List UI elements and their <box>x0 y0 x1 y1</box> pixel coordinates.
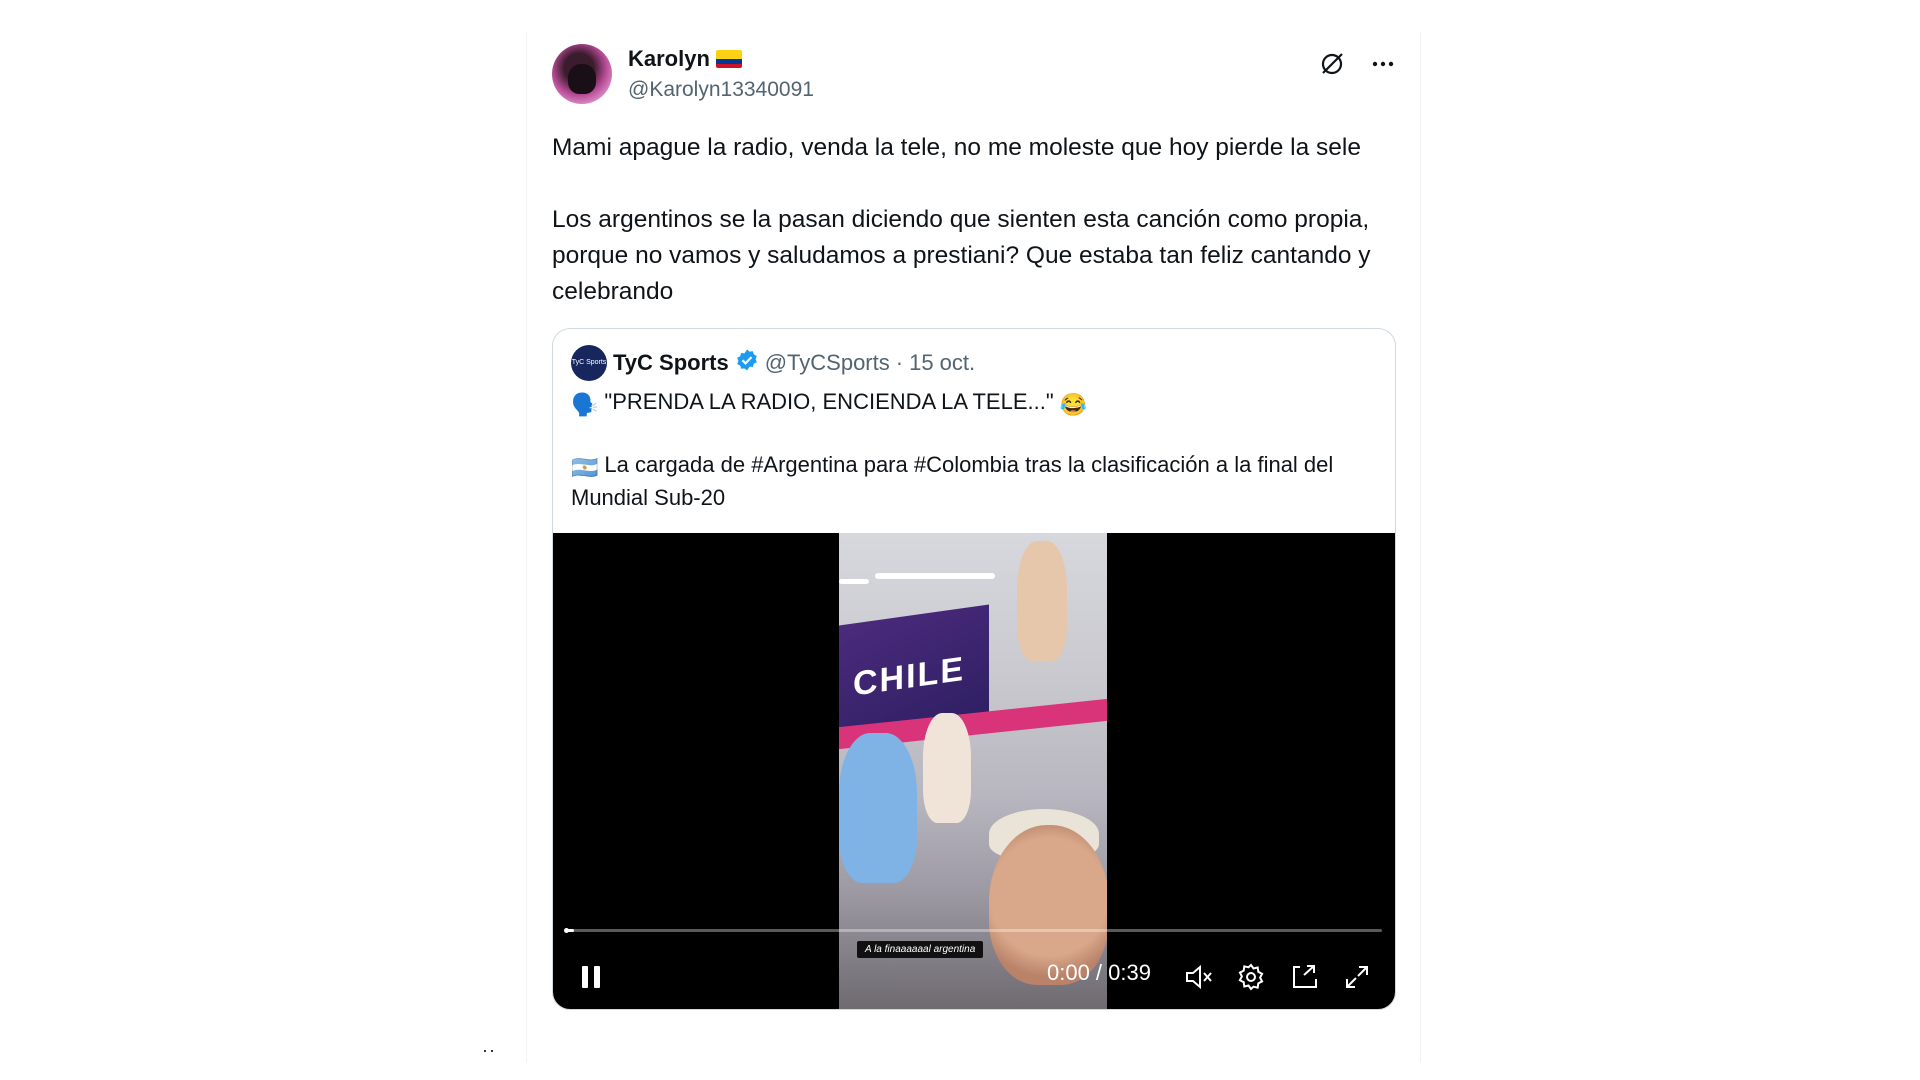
author-display-name[interactable]: Karolyn <box>628 46 710 72</box>
quoted-author-name: TyC Sports <box>613 350 729 375</box>
user-avatar[interactable] <box>552 44 612 104</box>
quoted-tweet[interactable]: TyC Sports TyC Sports @TyCSports · 15 oc… <box>552 328 1396 1010</box>
colombia-flag-icon <box>715 50 742 68</box>
picture-in-picture-icon[interactable] <box>1287 957 1323 997</box>
tweet-author: Karolyn @Karolyn13340091 <box>628 46 814 102</box>
quoted-tweet-date: 15 oct. <box>909 350 976 375</box>
verified-badge-icon <box>735 348 759 378</box>
grok-icon[interactable] <box>1318 50 1346 78</box>
footer-dots: ·· <box>482 1040 496 1060</box>
video-time: 0:00 / 0:39 <box>1047 960 1151 985</box>
progress-scrubber[interactable] <box>564 928 569 933</box>
pause-icon[interactable] <box>571 957 611 997</box>
mute-icon[interactable] <box>1181 957 1217 997</box>
video-progress-bar[interactable] <box>566 929 1382 932</box>
fullscreen-icon[interactable] <box>1339 957 1375 997</box>
speaking-head-emoji: 🗣️ <box>571 392 599 417</box>
timeline-right-border <box>1420 32 1421 1062</box>
quoted-line-1: "PRENDA LA RADIO, ENCIENDA LA TELE..." <box>604 389 1054 414</box>
settings-gear-icon[interactable] <box>1233 957 1269 997</box>
quoted-author-handle: @TyCSports <box>764 350 890 375</box>
quoted-line-2: La cargada de #Argentina para #Colombia … <box>571 452 1334 510</box>
tweet-text: Mami apague la radio, venda la tele, no … <box>552 130 1398 310</box>
more-icon[interactable] <box>1368 50 1398 78</box>
tweet[interactable]: Karolyn @Karolyn13340091 Mami apague la … <box>552 40 1398 1010</box>
meta-separator: · <box>895 350 904 375</box>
laughing-emoji: 😂 <box>1059 392 1088 417</box>
tweet-paragraph: Los argentinos se la pasan diciendo que … <box>552 206 1378 305</box>
video-subtitle: A la finaaaaaal argentina <box>857 941 984 958</box>
tweet-paragraph: Mami apague la radio, venda la tele, no … <box>552 134 1361 161</box>
author-handle[interactable]: @Karolyn13340091 <box>628 78 814 102</box>
tweet-header: Karolyn @Karolyn13340091 <box>552 40 1398 112</box>
video-frame[interactable]: CHILE A la finaaaaaal argentina <box>839 533 1107 1009</box>
quoted-tweet-header: TyC Sports TyC Sports @TyCSports · 15 oc… <box>553 329 1395 381</box>
timeline-left-border <box>526 32 527 1062</box>
quoted-tweet-text: 🗣️ "PRENDA LA RADIO, ENCIENDA LA TELE..."… <box>553 381 1395 533</box>
argentina-flag-emoji: 🇦🇷 <box>571 455 599 480</box>
quoted-author-avatar: TyC Sports <box>571 345 607 381</box>
video-player[interactable]: CHILE A la finaaaaaal argentina 0:00 / 0… <box>553 533 1395 1009</box>
